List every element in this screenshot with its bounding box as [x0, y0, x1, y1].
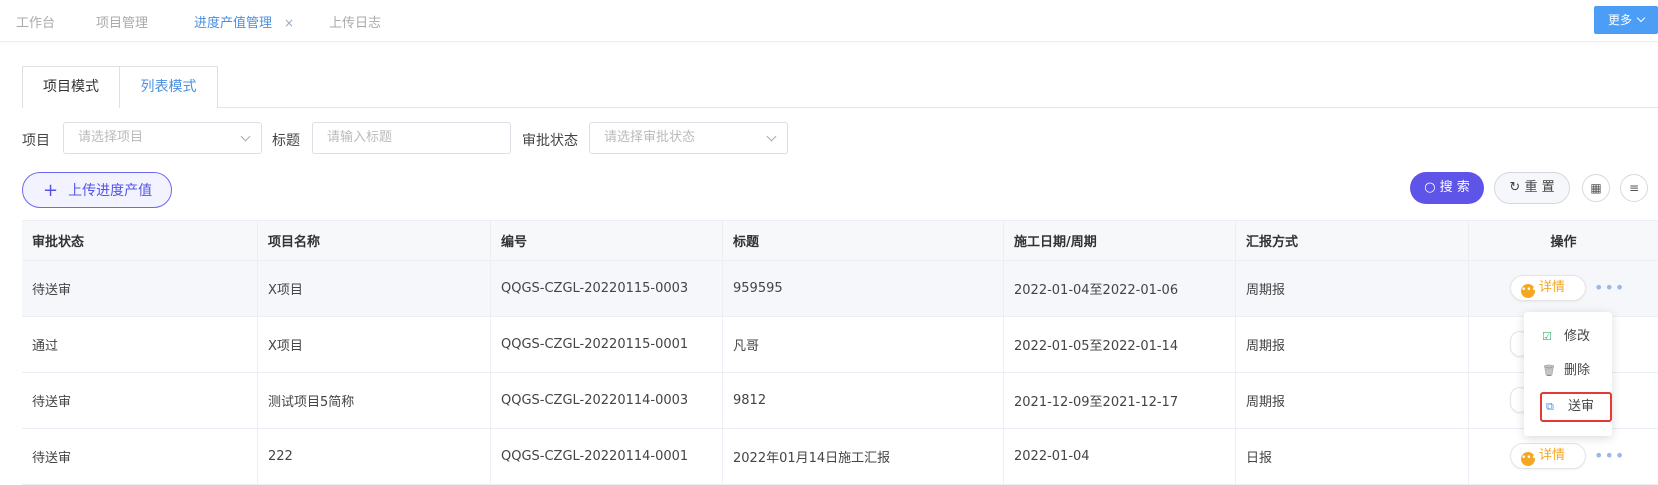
- data-table: 审批状态 项目名称 编号 标题 施工日期/周期 汇报方式 操作 待送审 X项目 …: [22, 220, 1658, 485]
- cell-status: 待送审: [22, 429, 258, 484]
- project-select[interactable]: 请选择项目: [63, 122, 262, 154]
- cell-title: 凡哥: [723, 317, 1004, 372]
- submit-icon: ⧉: [1546, 400, 1554, 413]
- table-row: 待送审 222 QQGS-CZGL-20220114-0001 2022年01月…: [22, 429, 1658, 485]
- cell-project: 测试项目5简称: [258, 373, 491, 428]
- cell-method: 周期报: [1236, 317, 1469, 372]
- reset-button-label: 重 置: [1524, 180, 1555, 195]
- cell-date: 2021-12-09至2021-12-17: [1004, 373, 1236, 428]
- column-header-actions: 操作: [1550, 235, 1577, 250]
- chevron-down-icon: [240, 131, 251, 142]
- cell-title: 2022年01月14日施工汇报: [723, 429, 1004, 484]
- cell-status: 通过: [22, 317, 258, 372]
- cell-code: QQGS-CZGL-20220114-0003: [491, 373, 723, 428]
- menu-item-edit-label: 修改: [1564, 329, 1591, 344]
- cell-project: X项目: [258, 261, 491, 316]
- chevron-down-icon: [1636, 13, 1646, 23]
- top-tab-progress-output[interactable]: 进度产值管理 ×: [194, 12, 294, 31]
- tab-project-mode[interactable]: 项目模式: [22, 66, 120, 108]
- refresh-icon: ↻: [1509, 180, 1521, 195]
- row-action-menu: ☑ 修改 🗑 删除 ⧉ 送审: [1524, 312, 1612, 436]
- reset-button[interactable]: ↻ 重 置: [1494, 172, 1570, 204]
- title-input[interactable]: [327, 130, 510, 145]
- top-tab-upload-log[interactable]: 上传日志: [329, 12, 381, 31]
- menu-item-delete-label: 删除: [1564, 363, 1591, 378]
- status-select-placeholder: 请选择审批状态: [604, 130, 696, 145]
- cell-project: 222: [258, 429, 491, 484]
- menu-item-submit-label: 送审: [1568, 399, 1595, 414]
- table-row: 待送审 测试项目5简称 QQGS-CZGL-20220114-0003 9812…: [22, 373, 1658, 429]
- detail-button[interactable]: ••• 详情: [1510, 275, 1586, 301]
- column-header-status: 审批状态: [22, 221, 258, 260]
- cell-status: 待送审: [22, 373, 258, 428]
- cell-date: 2022-01-04至2022-01-06: [1004, 261, 1236, 316]
- sliders-icon: ≡: [1628, 181, 1640, 195]
- search-button[interactable]: ○ 搜 索: [1410, 172, 1484, 204]
- search-button-label: 搜 索: [1439, 180, 1470, 195]
- grid-icon: ▦: [1590, 181, 1602, 195]
- cell-method: 周期报: [1236, 373, 1469, 428]
- detail-button-label: 详情: [1539, 280, 1566, 295]
- column-header-date: 施工日期/周期: [1004, 221, 1236, 260]
- cell-project: X项目: [258, 317, 491, 372]
- top-tab-bar: 工作台 项目管理 进度产值管理 × 上传日志 更多: [0, 0, 1658, 42]
- more-button-label: 更多: [1608, 13, 1633, 27]
- cell-status: 待送审: [22, 261, 258, 316]
- cell-title: 9812: [723, 373, 1004, 428]
- table-row: 待送审 X项目 QQGS-CZGL-20220115-0003 959595 2…: [22, 261, 1658, 317]
- top-tab-project-management[interactable]: 项目管理: [96, 12, 148, 31]
- top-tab-progress-output-label: 进度产值管理: [194, 16, 273, 31]
- row-more-icon[interactable]: •••: [1594, 446, 1625, 465]
- tab-list-mode[interactable]: 列表模式: [120, 66, 218, 109]
- project-select-placeholder: 请选择项目: [78, 130, 144, 145]
- table-row: 通过 X项目 QQGS-CZGL-20220115-0001 凡哥 2022-0…: [22, 317, 1658, 373]
- detail-button[interactable]: ••• 详情: [1510, 443, 1586, 469]
- cell-method: 周期报: [1236, 261, 1469, 316]
- upload-progress-label: 上传进度产值: [68, 183, 153, 199]
- cell-method: 日报: [1236, 429, 1469, 484]
- row-more-icon[interactable]: •••: [1594, 278, 1625, 297]
- close-icon[interactable]: ×: [284, 16, 294, 30]
- cell-title: 959595: [723, 261, 1004, 316]
- column-settings-button[interactable]: ≡: [1620, 174, 1648, 202]
- grid-view-button[interactable]: ▦: [1582, 174, 1610, 202]
- menu-item-delete[interactable]: 🗑 删除: [1524, 356, 1612, 386]
- status-filter-label: 审批状态: [522, 133, 578, 149]
- menu-item-submit[interactable]: ⧉ 送审: [1540, 392, 1612, 422]
- mode-tabs: 项目模式 列表模式: [22, 66, 1658, 109]
- title-filter-label: 标题: [272, 133, 300, 149]
- project-filter-label: 项目: [22, 133, 50, 149]
- cell-code: QQGS-CZGL-20220115-0003: [491, 261, 723, 316]
- more-dots-icon: •••: [1521, 452, 1537, 466]
- upload-progress-button[interactable]: + 上传进度产值: [22, 172, 172, 208]
- detail-button-label: 详情: [1539, 448, 1566, 463]
- table-header: 审批状态 项目名称 编号 标题 施工日期/周期 汇报方式 操作: [22, 221, 1658, 261]
- column-header-title: 标题: [723, 221, 1004, 260]
- menu-item-edit[interactable]: ☑ 修改: [1524, 322, 1612, 352]
- status-select[interactable]: 请选择审批状态: [589, 122, 788, 154]
- column-header-project: 项目名称: [258, 221, 491, 260]
- cell-date: 2022-01-05至2022-01-14: [1004, 317, 1236, 372]
- plus-icon: +: [43, 180, 59, 201]
- top-tab-workbench[interactable]: 工作台: [16, 12, 55, 31]
- column-header-method: 汇报方式: [1236, 221, 1469, 260]
- cell-date: 2022-01-04: [1004, 429, 1236, 484]
- edit-icon: ☑: [1542, 330, 1552, 343]
- more-button[interactable]: 更多: [1594, 6, 1658, 34]
- cell-code: QQGS-CZGL-20220114-0001: [491, 429, 723, 484]
- cell-code: QQGS-CZGL-20220115-0001: [491, 317, 723, 372]
- title-field[interactable]: [312, 122, 511, 154]
- column-header-code: 编号: [491, 221, 723, 260]
- trash-icon: 🗑: [1542, 364, 1556, 377]
- chevron-down-icon: [766, 131, 777, 142]
- more-dots-icon: •••: [1521, 284, 1537, 298]
- search-icon: ○: [1424, 180, 1436, 195]
